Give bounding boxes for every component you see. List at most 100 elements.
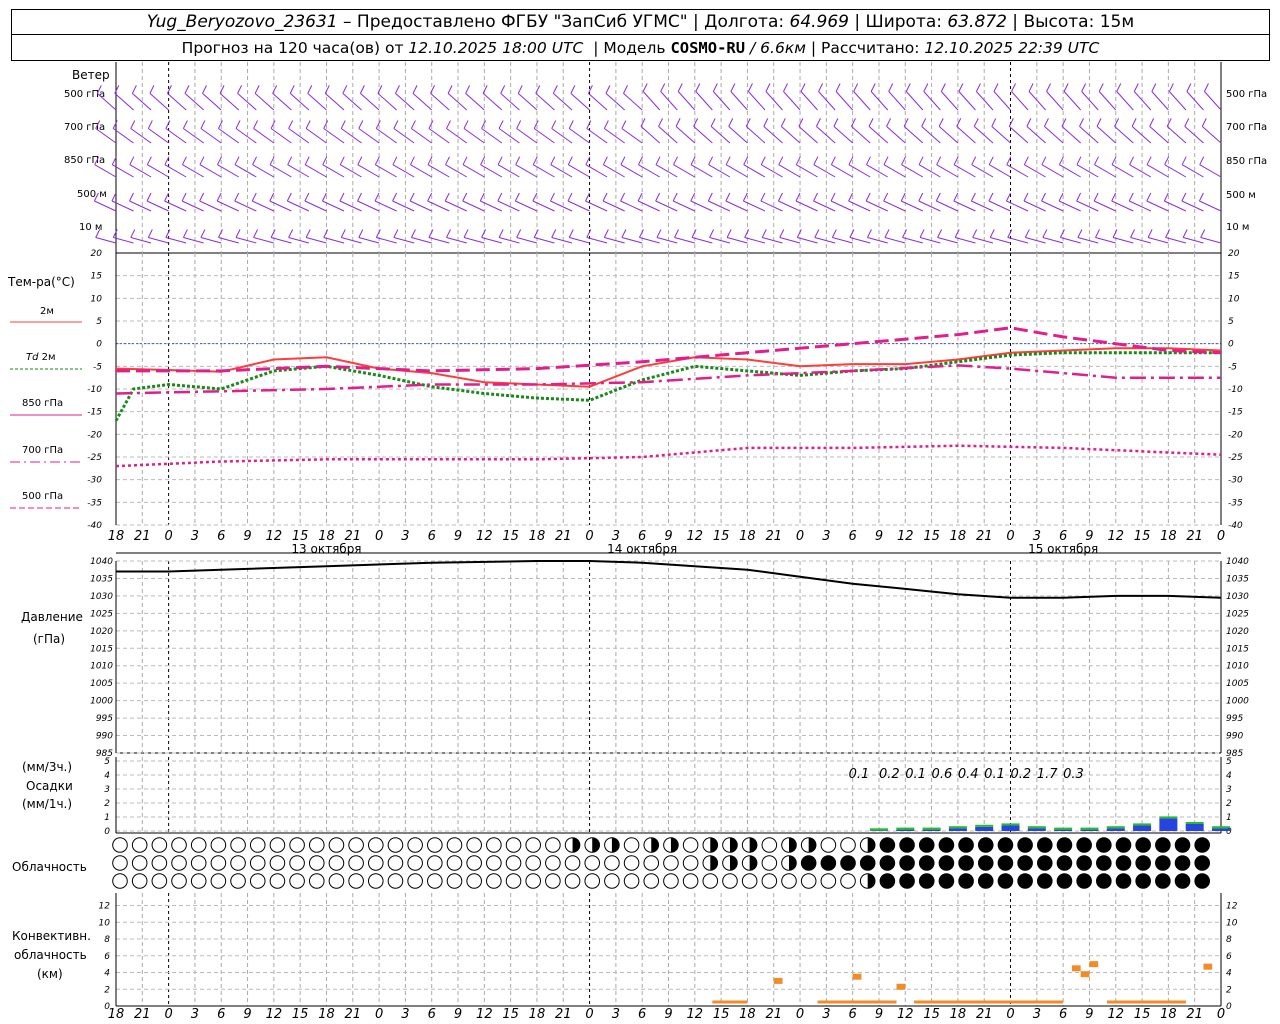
cloud-symbol (486, 855, 502, 871)
cloud-symbol (702, 873, 719, 889)
wind-barb-feather (940, 83, 946, 92)
precip-3h-label: 0.1 (905, 767, 926, 782)
conv-tick-right: 6 (1226, 952, 1232, 962)
wind-barb (94, 164, 117, 178)
wind-barb (1046, 91, 1064, 111)
wind-barb (497, 164, 520, 178)
wind-barb (94, 200, 117, 212)
date-label: 13 октября (291, 542, 361, 556)
wind-barb (482, 93, 503, 111)
wind-barb (199, 200, 222, 212)
cloud-symbol (289, 855, 305, 871)
wind-barb (883, 200, 906, 212)
wind-barb-feather (1076, 192, 1082, 202)
wind-barb-feather (323, 229, 329, 238)
wind-barb (588, 93, 608, 111)
wind-barb (307, 93, 327, 111)
wind-barb (427, 164, 450, 178)
cloud-symbol (466, 873, 482, 889)
wind-barb (602, 200, 625, 212)
hour-tick-label: 0 (796, 529, 804, 544)
wind-barb-feather (1198, 192, 1204, 202)
cloud-symbol (741, 873, 758, 889)
hour-tick-label-bottom: 21 (976, 1007, 993, 1022)
wind-barb-feather (972, 229, 978, 238)
cloud-symbol (840, 837, 856, 853)
wind-barb (183, 237, 204, 244)
precip-bar (1027, 828, 1046, 831)
cloud-symbol (269, 873, 286, 889)
wind-barb (745, 126, 766, 144)
wind-barb (498, 128, 520, 144)
cloud-symbol (1036, 837, 1053, 853)
cloud-symbol (545, 873, 561, 889)
conv-tick-left: 12 (99, 902, 111, 912)
wind-barb-feather (1182, 229, 1188, 238)
wind-barb-feather (620, 192, 626, 202)
wind-barb-feather (884, 229, 890, 238)
wind-barb-feather (814, 229, 820, 238)
wind-barb (883, 164, 906, 178)
hour-tick-label-bottom: 18 (529, 1007, 546, 1022)
wind-barb (763, 126, 783, 144)
wind-barb-feather (552, 85, 558, 94)
precip-bar (948, 828, 967, 831)
cloud-symbol (1194, 837, 1210, 853)
cloud-symbol (486, 873, 502, 889)
cloud-symbol (1096, 855, 1112, 871)
wind-barb (446, 128, 468, 144)
cloud-symbol (230, 873, 246, 889)
wind-barb (184, 93, 205, 111)
wind-barb-feather (744, 229, 750, 238)
hour-tick-label: 3 (401, 529, 409, 544)
wind-barb (568, 128, 590, 144)
wind-barb (623, 93, 643, 111)
cloud-symbol (151, 837, 168, 853)
wind-barb-feather (658, 118, 664, 127)
wind-barb-feather (988, 192, 994, 202)
wind-barb (677, 91, 696, 111)
wind-barb (148, 237, 169, 244)
wind-barb-feather (323, 120, 329, 129)
wind-barb-feather (93, 192, 99, 202)
cloud-symbol (997, 873, 1014, 889)
wind-barb-feather (1114, 118, 1120, 127)
cloud-symbol (1076, 873, 1092, 889)
wind-barb-feather (778, 192, 783, 202)
wind-barb-feather (111, 192, 117, 202)
hour-tick-label-bottom: 6 (849, 1007, 857, 1022)
wind-barb (412, 93, 433, 111)
wind-barb (832, 237, 853, 244)
wind-barb-feather (800, 83, 806, 92)
hour-tick-label-bottom: 12 (1107, 1007, 1124, 1022)
precip-tick-right: 5 (1226, 757, 1232, 767)
wind-barb (392, 200, 415, 212)
wind-barb-feather (516, 120, 522, 129)
wind-barb (551, 128, 573, 144)
wind-barb-feather (498, 229, 504, 238)
precip-bar-top (1185, 822, 1204, 824)
wind-barb (462, 200, 485, 212)
wind-barb (848, 200, 871, 212)
cloud-symbol (1056, 855, 1073, 871)
wind-barb-feather (830, 192, 836, 202)
cloud-symbol (131, 873, 148, 889)
conv-bar (914, 1000, 1064, 1004)
wind-barb-feather (602, 156, 608, 165)
wind-barb-feather (550, 156, 556, 165)
wind-barb-feather (465, 85, 471, 94)
wind-barb-feather (620, 156, 626, 165)
wind-barb-feather (516, 229, 522, 238)
cloud-symbol-fill (729, 855, 738, 871)
pressure-tick-left: 995 (96, 714, 113, 724)
cloud-symbol (840, 855, 856, 871)
wind-barb (341, 237, 362, 244)
pressure-tick-left: 1010 (90, 662, 113, 672)
temp-tick-right: -40 (1228, 521, 1243, 531)
precip-bar-top (1159, 816, 1178, 819)
conv-bar (1080, 971, 1090, 978)
cloud-symbol (328, 873, 345, 889)
wind-barb (1200, 237, 1222, 244)
hour-tick-label: 12 (1107, 529, 1124, 544)
cloud-symbol (210, 873, 227, 889)
